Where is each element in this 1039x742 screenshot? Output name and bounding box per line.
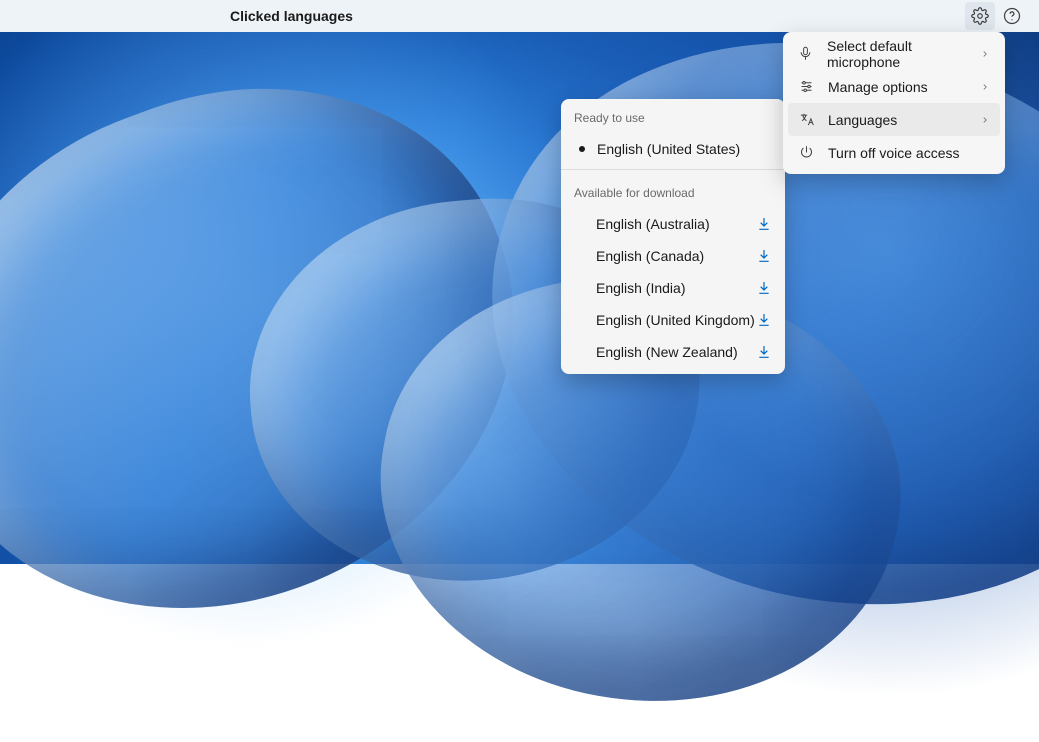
download-icon[interactable] [756, 280, 772, 296]
ready-header: Ready to use [561, 99, 785, 133]
options-icon [798, 79, 814, 94]
divider [561, 169, 785, 170]
language-label: English (Canada) [574, 248, 704, 264]
language-label: English (United Kingdom) [574, 312, 755, 328]
menu-item-microphone[interactable]: Select default microphone [788, 37, 1000, 70]
language-item[interactable]: English (India) [561, 272, 785, 304]
language-icon [798, 112, 814, 127]
bullet-icon [579, 146, 585, 152]
download-icon[interactable] [756, 216, 772, 232]
menu-item-label: Turn off voice access [828, 145, 960, 161]
language-label: English (India) [574, 280, 686, 296]
languages-panel: Ready to use English (United States) Ava… [561, 99, 785, 374]
download-icon[interactable] [756, 344, 772, 360]
menu-item-turn-off[interactable]: Turn off voice access [788, 136, 1000, 169]
language-item[interactable]: English (New Zealand) [561, 336, 785, 368]
menu-item-manage-options[interactable]: Manage options [788, 70, 1000, 103]
page-title: Clicked languages [12, 8, 353, 24]
title-bar-actions [965, 2, 1027, 30]
menu-item-label: Manage options [828, 79, 928, 95]
power-icon [798, 145, 814, 160]
menu-item-label: Languages [828, 112, 897, 128]
language-item-selected[interactable]: English (United States) [561, 133, 785, 165]
language-label: English (United States) [597, 141, 740, 157]
language-label: English (New Zealand) [574, 344, 738, 360]
menu-item-label: Select default microphone [827, 38, 966, 70]
language-label: English (Australia) [574, 216, 710, 232]
microphone-icon [798, 46, 813, 61]
download-icon[interactable] [756, 248, 772, 264]
gear-icon [971, 7, 989, 25]
chevron-right-icon [980, 49, 990, 59]
help-button[interactable] [997, 2, 1027, 30]
language-item[interactable]: English (Australia) [561, 208, 785, 240]
settings-menu: Select default microphone Manage options… [783, 32, 1005, 174]
menu-item-languages[interactable]: Languages [788, 103, 1000, 136]
settings-button[interactable] [965, 2, 995, 30]
chevron-right-icon [980, 82, 990, 92]
download-header: Available for download [561, 174, 785, 208]
language-item[interactable]: English (United Kingdom) [561, 304, 785, 336]
title-bar: Clicked languages [0, 0, 1039, 32]
download-icon[interactable] [756, 312, 772, 328]
language-item[interactable]: English (Canada) [561, 240, 785, 272]
chevron-right-icon [980, 115, 990, 125]
help-icon [1003, 7, 1021, 25]
